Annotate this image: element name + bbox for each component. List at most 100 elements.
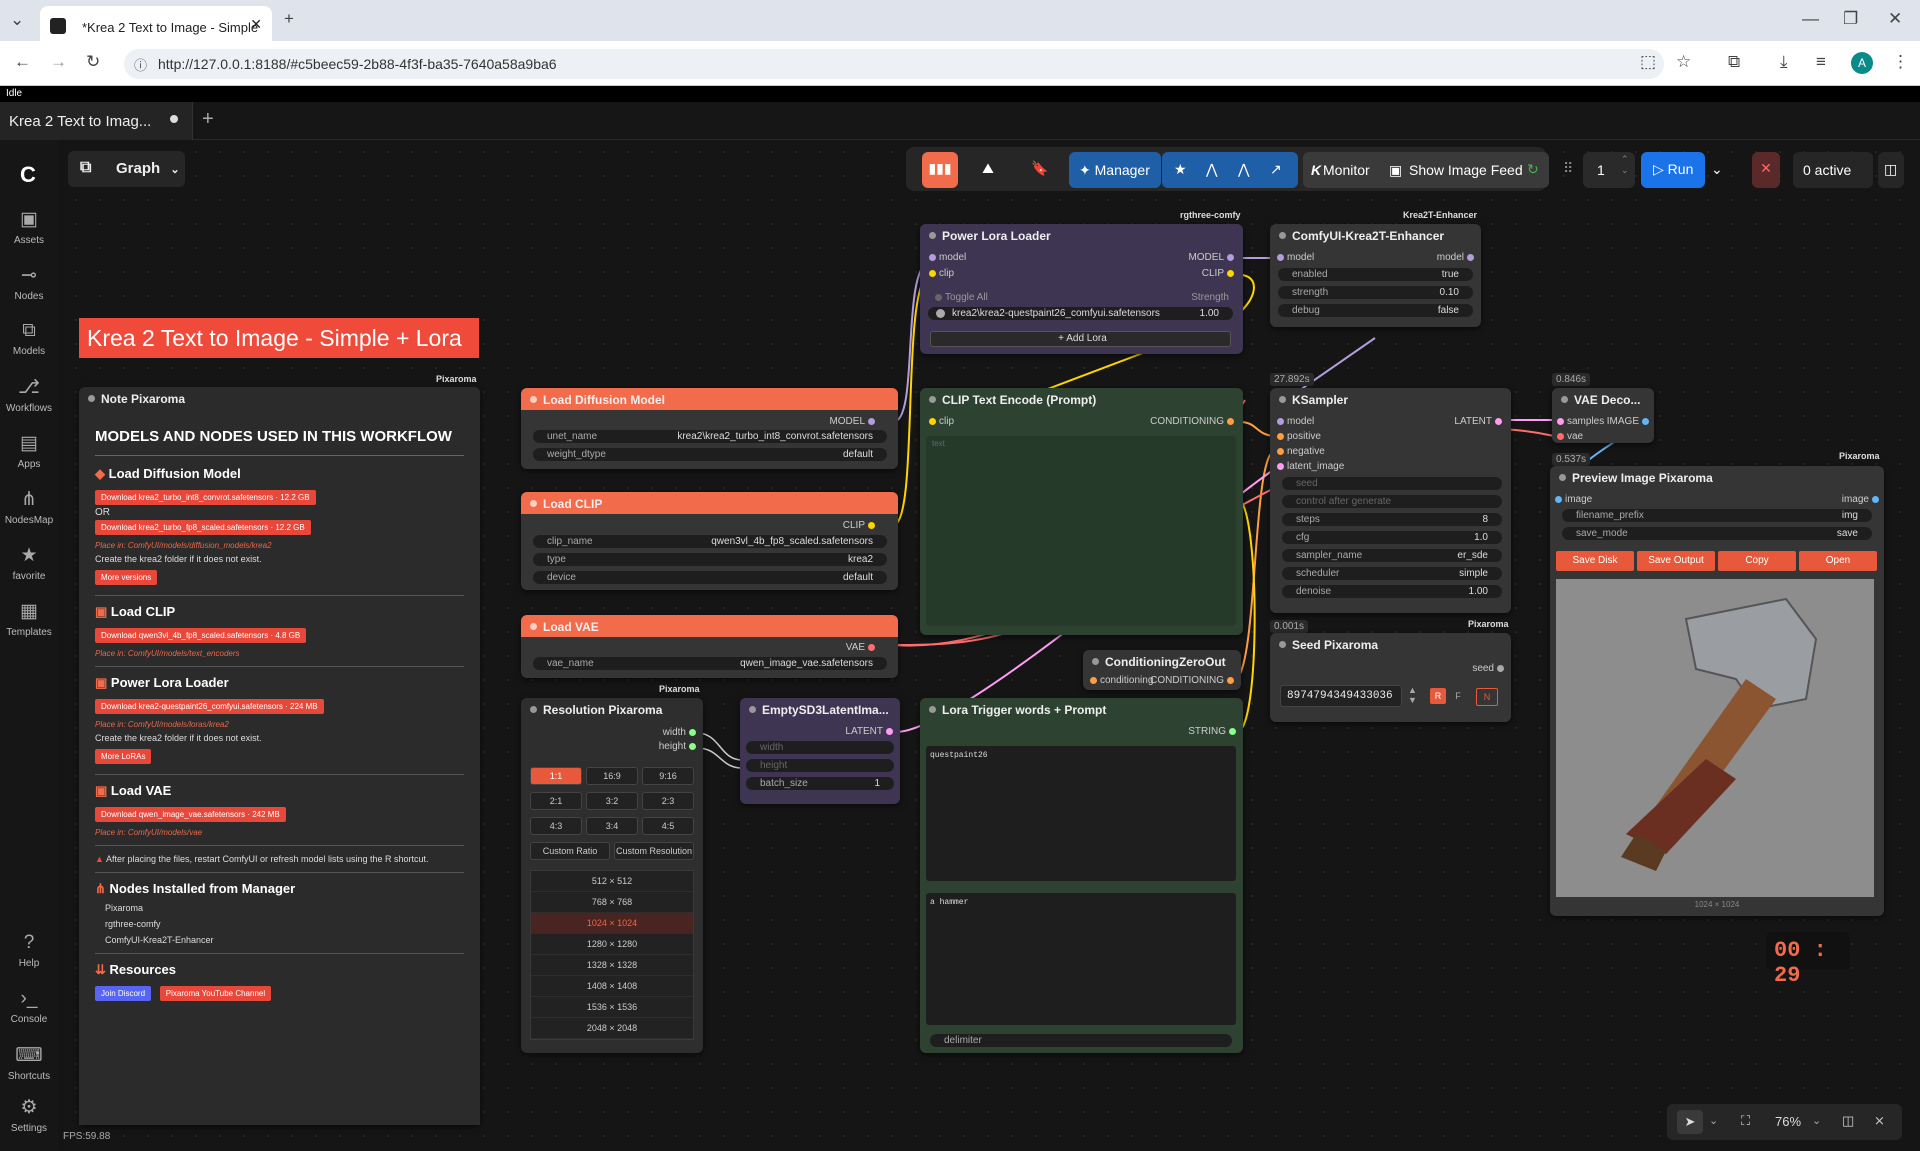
sidebar-item-help[interactable]: ? Help: [0, 932, 58, 969]
stepper-icon[interactable]: ⌃ ⌄: [1621, 154, 1629, 176]
device-widget[interactable]: device default: [533, 571, 887, 584]
model-output[interactable]: MODEL: [829, 416, 878, 427]
ratio-4-3-button[interactable]: 4:3: [530, 817, 582, 835]
conditioning-output[interactable]: CONDITIONING: [1150, 675, 1237, 686]
text-input[interactable]: text: [926, 436, 1236, 626]
latent-output[interactable]: LATENT: [1454, 416, 1505, 427]
ksampler-node[interactable]: KSampler LATENT model positive negative …: [1270, 388, 1511, 613]
seed-input[interactable]: seed: [1282, 477, 1502, 490]
forward-share-icon[interactable]: ↗: [1270, 161, 1282, 178]
width-widget[interactable]: width: [746, 741, 894, 754]
load-vae-node[interactable]: Load VAE VAE vae_name qwen_image_vae.safe…: [521, 615, 898, 678]
graph-menu[interactable]: ⧉ Graph ⌄: [68, 151, 185, 187]
more-loras-button[interactable]: More LoRAs: [95, 749, 152, 764]
samples-input[interactable]: samples: [1554, 416, 1604, 427]
model-output[interactable]: model: [1437, 252, 1477, 263]
clip-name-widget[interactable]: clip_name qwen3vl_4b_fp8_scaled.safetenso…: [533, 535, 887, 548]
height-widget[interactable]: height: [746, 759, 894, 772]
cancel-run-button[interactable]: ✕: [1752, 152, 1780, 188]
save-mode-widget[interactable]: save_mode save: [1562, 527, 1872, 540]
vae-input[interactable]: vae: [1554, 431, 1583, 442]
download-diffusion-fp8-button[interactable]: Download krea2_turbo_fp8_scaled.safetens…: [95, 520, 311, 535]
star-icon[interactable]: ★: [1174, 161, 1187, 178]
more-versions-button[interactable]: More versions: [95, 570, 158, 585]
model-input[interactable]: model: [1274, 252, 1314, 263]
latent-image-input[interactable]: latent_image: [1274, 461, 1344, 472]
batch-size-widget[interactable]: batch_size 1: [746, 777, 894, 790]
power-lora-loader-node[interactable]: Power Lora Loader model clip MODEL CLIP …: [920, 224, 1243, 354]
vae-output[interactable]: VAE: [846, 642, 878, 653]
panel-toggle-icon[interactable]: ◫: [1878, 152, 1904, 188]
zoom-chevron-icon[interactable]: ⌄: [1812, 1114, 1821, 1127]
chevron-down-icon[interactable]: ⌄: [1709, 1114, 1718, 1127]
negative-input[interactable]: negative: [1274, 446, 1325, 457]
size-option[interactable]: 2048 × 2048: [531, 1018, 693, 1039]
download-lora-button[interactable]: Download krea2-questpaint26_comfyui.safe…: [95, 699, 324, 714]
sidebar-item-favorite[interactable]: ★ favorite: [0, 544, 58, 582]
image-output[interactable]: image: [1842, 494, 1882, 505]
clip-output[interactable]: CLIP: [843, 520, 878, 531]
cfg-widget[interactable]: cfg 1.0: [1282, 531, 1502, 544]
ratio-3-4-button[interactable]: 3:4: [586, 817, 638, 835]
manager-button[interactable]: ✦ Manager: [1069, 152, 1161, 188]
share2-icon[interactable]: ⋀: [1238, 161, 1249, 178]
conditioning-input[interactable]: conditioning: [1087, 675, 1153, 686]
download-vae-button[interactable]: Download qwen_image_vae.safetensors · 24…: [95, 807, 286, 822]
zoom-level[interactable]: 76%: [1775, 1114, 1801, 1129]
clip-output[interactable]: CLIP: [1202, 268, 1237, 279]
seed-value-input[interactable]: 8974794349433036: [1280, 685, 1402, 707]
ratio-1-1-button[interactable]: 1:1: [530, 767, 582, 785]
krea2t-enhancer-node[interactable]: ComfyUI-Krea2T-Enhancer model model enab…: [1270, 224, 1481, 327]
run-button[interactable]: ▷ Run: [1641, 152, 1705, 188]
positive-input[interactable]: positive: [1274, 431, 1321, 442]
lora-strength[interactable]: 1.00: [1200, 308, 1219, 319]
trigger-words-input[interactable]: questpaint26: [926, 746, 1236, 881]
sidebar-item-assets[interactable]: ▣ Assets: [0, 208, 58, 246]
randomize-button[interactable]: R: [1430, 688, 1446, 704]
youtube-channel-button[interactable]: Pixaroma YouTube Channel: [159, 986, 272, 1001]
batch-count-input[interactable]: 1 ⌃ ⌄: [1583, 152, 1635, 188]
share-icon[interactable]: ⋀: [1206, 161, 1217, 178]
prompt-input[interactable]: a hammer: [926, 893, 1236, 1025]
size-option[interactable]: 768 × 768: [531, 892, 693, 913]
sampler-widget[interactable]: sampler_name er_sde: [1282, 549, 1502, 562]
sidebar-item-workflows[interactable]: ⎇ Workflows: [0, 376, 58, 414]
sidebar-item-nodesmap[interactable]: ⋔ NodesMap: [0, 488, 58, 526]
conditioning-output[interactable]: CONDITIONING: [1150, 416, 1237, 427]
pixaroma-button[interactable]: ▮▮▮: [922, 152, 958, 188]
strength-widget[interactable]: strength 0.10: [1278, 286, 1473, 299]
model-input[interactable]: model: [926, 252, 966, 263]
ratio-3-2-button[interactable]: 3:2: [586, 792, 638, 810]
vae-name-widget[interactable]: vae_name qwen_image_vae.safetensors: [533, 657, 887, 670]
show-image-feed-button[interactable]: Show Image Feed: [1409, 162, 1523, 178]
drag-handle-icon[interactable]: ⠿: [1563, 160, 1573, 177]
join-discord-button[interactable]: Join Discord: [95, 986, 152, 1001]
toggle-all[interactable]: Toggle All: [932, 292, 988, 303]
control-after-generate-widget[interactable]: control after generate: [1282, 495, 1502, 508]
sidebar-item-nodes[interactable]: ⊸ Nodes: [0, 264, 58, 302]
lora-trigger-prompt-node[interactable]: Lora Trigger words + Prompt STRING quest…: [920, 698, 1243, 1053]
size-option[interactable]: 1328 × 1328: [531, 955, 693, 976]
download-diffusion-int8-button[interactable]: Download krea2_turbo_int8_convrot.safete…: [95, 490, 316, 505]
width-output[interactable]: width: [663, 727, 699, 738]
weight-dtype-widget[interactable]: weight_dtype default: [533, 448, 887, 461]
resolution-pixaroma-node[interactable]: Resolution Pixaroma width height 1:1 16:…: [521, 698, 703, 1053]
minimap-icon[interactable]: ◫: [1842, 1113, 1854, 1129]
fit-view-icon[interactable]: ⛶: [1741, 1113, 1750, 1129]
add-lora-button[interactable]: + Add Lora: [930, 331, 1231, 347]
download-clip-button[interactable]: Download qwen3vl_4b_fp8_scaled.safetenso…: [95, 628, 307, 643]
unet-name-widget[interactable]: unet_name krea2\krea2_turbo_int8_convrot.…: [533, 430, 887, 443]
latent-output[interactable]: LATENT: [845, 726, 896, 737]
size-option[interactable]: 1536 × 1536: [531, 997, 693, 1018]
seed-stepper-icon[interactable]: ▲ ▼: [1408, 685, 1417, 705]
clip-input[interactable]: clip: [926, 416, 954, 427]
conditioning-zero-out-node[interactable]: ConditioningZeroOut conditioning CONDITI…: [1083, 650, 1241, 690]
clip-input[interactable]: clip: [926, 268, 954, 279]
bookmark-button[interactable]: 🔖: [1020, 152, 1060, 188]
new-seed-button[interactable]: N: [1476, 688, 1498, 706]
custom-resolution-button[interactable]: Custom Resolution: [614, 842, 694, 860]
size-option-selected[interactable]: 1024 × 1024: [531, 913, 693, 934]
vae-decode-node[interactable]: VAE Deco... samples vae IMAGE: [1552, 388, 1654, 443]
size-option[interactable]: 1280 × 1280: [531, 934, 693, 955]
feed-refresh-icon[interactable]: ↻: [1527, 161, 1539, 178]
